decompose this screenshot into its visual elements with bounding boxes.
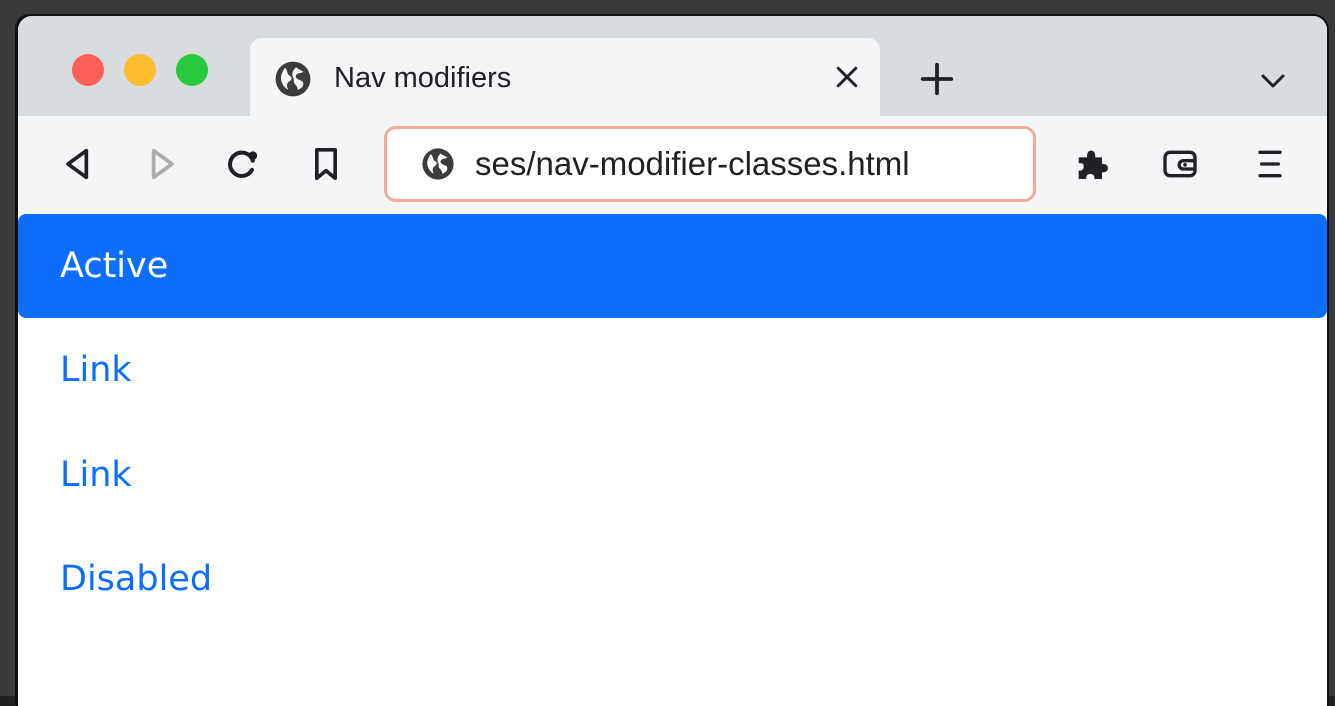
close-icon[interactable]: [832, 62, 862, 92]
address-bar[interactable]: ses/nav-modifier-classes.html: [384, 126, 1036, 202]
forward-icon[interactable]: [142, 144, 182, 184]
browser-window: Nav modifiers ses/nav-modifier-classes.h…: [18, 16, 1327, 706]
globe-icon: [274, 60, 312, 98]
nav-link-disabled: Disabled: [60, 559, 213, 599]
menu-icon[interactable]: [1250, 144, 1290, 184]
wallet-icon[interactable]: [1160, 144, 1200, 184]
bookmark-icon[interactable]: [306, 144, 346, 184]
window-maximize-button[interactable]: [176, 54, 208, 86]
tab-strip: Nav modifiers: [18, 16, 1327, 116]
extensions-icon[interactable]: [1072, 144, 1112, 184]
new-tab-button[interactable]: [918, 60, 956, 98]
nav-link-active[interactable]: Active: [18, 214, 1327, 318]
reload-icon[interactable]: [222, 144, 262, 184]
nav-link[interactable]: Link: [18, 318, 1327, 422]
globe-icon: [421, 147, 455, 181]
window-close-button[interactable]: [72, 54, 104, 86]
tab-nav-modifiers[interactable]: Nav modifiers: [250, 38, 880, 116]
chevron-down-icon[interactable]: [1258, 70, 1288, 92]
window-minimize-button[interactable]: [124, 54, 156, 86]
browser-toolbar: ses/nav-modifier-classes.html: [18, 116, 1327, 214]
url-text[interactable]: ses/nav-modifier-classes.html: [475, 141, 910, 187]
nav-link[interactable]: Link: [18, 423, 1327, 527]
tab-title: Nav modifiers: [334, 62, 512, 94]
back-icon[interactable]: [58, 144, 98, 184]
screen-frame: Nav modifiers ses/nav-modifier-classes.h…: [0, 0, 1335, 706]
page-content: Active Link Link Disabled: [18, 214, 1327, 706]
